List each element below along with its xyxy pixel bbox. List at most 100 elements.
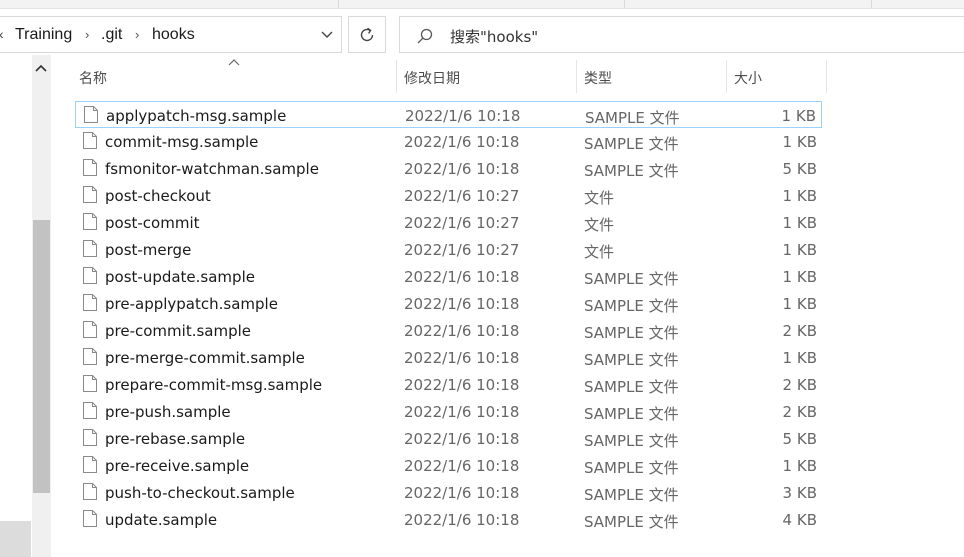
file-type: 文件 — [584, 243, 615, 261]
file-size: 2 KB — [782, 403, 817, 421]
file-type: SAMPLE 文件 — [584, 432, 679, 450]
sort-ascending-icon — [228, 59, 240, 66]
scrollbar-thumb[interactable] — [33, 220, 50, 493]
file-icon — [83, 267, 97, 284]
column-divider[interactable] — [726, 60, 727, 93]
file-row[interactable]: push-to-checkout.sample 2022/1/6 10:18 S… — [75, 479, 822, 506]
ribbon-divider — [871, 0, 872, 8]
file-icon — [83, 510, 97, 527]
file-date: 2022/1/6 10:18 — [404, 430, 520, 448]
column-divider[interactable] — [396, 60, 397, 93]
file-row[interactable]: commit-msg.sample 2022/1/6 10:18 SAMPLE … — [75, 128, 822, 155]
file-size: 1 KB — [782, 457, 817, 475]
column-header-name[interactable]: 名称 — [79, 68, 107, 88]
file-row[interactable]: pre-commit.sample 2022/1/6 10:18 SAMPLE … — [75, 317, 822, 344]
chevron-down-icon[interactable] — [321, 30, 333, 40]
file-type: 文件 — [584, 189, 615, 207]
chevron-right-icon[interactable]: › — [85, 27, 89, 42]
ribbon-divider — [338, 0, 339, 8]
file-date: 2022/1/6 10:27 — [404, 241, 520, 259]
file-size: 2 KB — [782, 322, 817, 340]
search-placeholder: 搜索"hooks" — [450, 28, 539, 46]
file-icon — [83, 348, 97, 365]
file-name: post-commit — [105, 214, 200, 232]
address-bar[interactable]: ‹ Training › .git › hooks — [0, 16, 342, 53]
file-date: 2022/1/6 10:18 — [404, 349, 520, 367]
file-row[interactable]: post-update.sample 2022/1/6 10:18 SAMPLE… — [75, 263, 822, 290]
file-date: 2022/1/6 10:18 — [405, 107, 521, 125]
file-row[interactable]: pre-rebase.sample 2022/1/6 10:18 SAMPLE … — [75, 425, 822, 452]
file-date: 2022/1/6 10:18 — [404, 295, 520, 313]
file-size: 4 KB — [782, 511, 817, 529]
chevron-up-icon[interactable] — [34, 62, 48, 76]
file-size: 3 KB — [782, 484, 817, 502]
file-row[interactable]: pre-receive.sample 2022/1/6 10:18 SAMPLE… — [75, 452, 822, 479]
file-list: applypatch-msg.sample 2022/1/6 10:18 SAM… — [75, 101, 822, 533]
file-icon — [83, 402, 97, 419]
file-size: 1 KB — [782, 268, 817, 286]
file-row[interactable]: pre-push.sample 2022/1/6 10:18 SAMPLE 文件… — [75, 398, 822, 425]
file-row[interactable]: pre-merge-commit.sample 2022/1/6 10:18 S… — [75, 344, 822, 371]
file-row[interactable]: prepare-commit-msg.sample 2022/1/6 10:18… — [75, 371, 822, 398]
file-icon — [83, 456, 97, 473]
file-date: 2022/1/6 10:18 — [404, 133, 520, 151]
refresh-button[interactable] — [348, 16, 386, 53]
file-row[interactable]: post-commit 2022/1/6 10:27 文件 1 KB — [75, 209, 822, 236]
column-divider[interactable] — [826, 60, 827, 93]
file-date: 2022/1/6 10:18 — [404, 376, 520, 394]
file-icon — [83, 213, 97, 230]
file-row[interactable]: post-merge 2022/1/6 10:27 文件 1 KB — [75, 236, 822, 263]
file-name: commit-msg.sample — [105, 133, 259, 151]
refresh-icon — [360, 27, 374, 41]
nav-item-partial[interactable] — [0, 521, 31, 557]
column-header-size[interactable]: 大小 — [734, 68, 762, 88]
file-icon — [83, 483, 97, 500]
file-row[interactable]: post-checkout 2022/1/6 10:27 文件 1 KB — [75, 182, 822, 209]
ribbon-strip — [0, 0, 964, 9]
file-type: SAMPLE 文件 — [584, 459, 679, 477]
ribbon-divider — [624, 0, 625, 8]
file-icon — [83, 321, 97, 338]
column-divider[interactable] — [576, 60, 577, 93]
file-icon — [83, 375, 97, 392]
file-type: SAMPLE 文件 — [584, 324, 679, 342]
file-icon — [83, 132, 97, 149]
breadcrumb-item-git[interactable]: .git — [101, 26, 122, 44]
file-row[interactable]: applypatch-msg.sample 2022/1/6 10:18 SAM… — [75, 101, 822, 128]
file-type: SAMPLE 文件 — [584, 405, 679, 423]
file-name: post-checkout — [105, 187, 211, 205]
file-type: SAMPLE 文件 — [584, 486, 679, 504]
file-name: pre-push.sample — [105, 403, 231, 421]
file-type: SAMPLE 文件 — [584, 378, 679, 396]
file-row[interactable]: update.sample 2022/1/6 10:18 SAMPLE 文件 4… — [75, 506, 822, 533]
file-row[interactable]: fsmonitor-watchman.sample 2022/1/6 10:18… — [75, 155, 822, 182]
file-size: 1 KB — [782, 133, 817, 151]
file-icon — [83, 240, 97, 257]
file-icon — [83, 294, 97, 311]
file-type: SAMPLE 文件 — [584, 351, 679, 369]
file-icon — [83, 186, 97, 203]
file-name: push-to-checkout.sample — [105, 484, 295, 502]
file-size: 1 KB — [782, 295, 817, 313]
column-header-date[interactable]: 修改日期 — [404, 68, 460, 88]
file-name: pre-receive.sample — [105, 457, 250, 475]
search-input[interactable]: 搜索"hooks" — [399, 16, 964, 53]
file-type: SAMPLE 文件 — [584, 270, 679, 288]
file-size: 1 KB — [782, 241, 817, 259]
breadcrumb-item-hooks[interactable]: hooks — [152, 26, 195, 44]
breadcrumb-overflow-icon[interactable]: ‹ — [0, 26, 9, 42]
breadcrumb-item-training[interactable]: Training — [15, 26, 72, 44]
file-name: pre-merge-commit.sample — [105, 349, 305, 367]
column-header-type[interactable]: 类型 — [584, 68, 612, 88]
file-icon — [84, 106, 98, 123]
file-date: 2022/1/6 10:27 — [404, 214, 520, 232]
file-size: 5 KB — [782, 160, 817, 178]
file-type: 文件 — [584, 216, 615, 234]
file-size: 1 KB — [782, 349, 817, 367]
file-row[interactable]: pre-applypatch.sample 2022/1/6 10:18 SAM… — [75, 290, 822, 317]
file-date: 2022/1/6 10:18 — [404, 457, 520, 475]
chevron-right-icon[interactable]: › — [135, 27, 139, 42]
file-name: fsmonitor-watchman.sample — [105, 160, 319, 178]
file-type: SAMPLE 文件 — [584, 297, 679, 315]
file-date: 2022/1/6 10:18 — [404, 322, 520, 340]
